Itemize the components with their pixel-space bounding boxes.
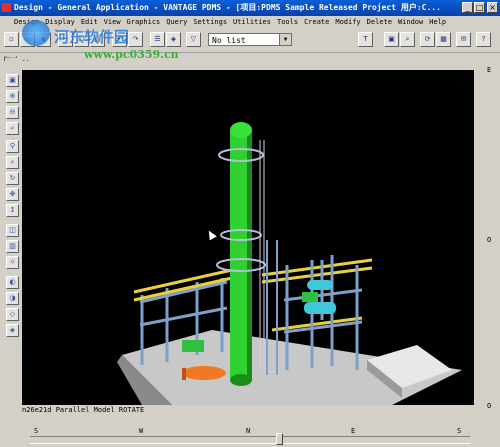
menu-query[interactable]: Query — [166, 16, 187, 28]
vessel-cyan-2 — [307, 280, 333, 290]
rotate-view-icon[interactable]: ↻ — [6, 172, 19, 185]
direction-slider[interactable] — [30, 433, 470, 445]
view-icon[interactable]: ▣ — [384, 32, 399, 47]
zoom-box-icon[interactable]: ⌕ — [6, 122, 19, 135]
list-combo[interactable]: No list ▼ — [208, 33, 292, 46]
zoom-out-icon[interactable]: ⊖ — [6, 106, 19, 119]
watermark-url: www.pc0359.cn — [84, 48, 179, 61]
compass-south-right: S — [457, 427, 462, 435]
new-icon[interactable]: ▫ — [4, 32, 19, 47]
help-icon[interactable]: ? — [476, 32, 491, 47]
rotate-icon[interactable]: ⟳ — [420, 32, 435, 47]
pan-icon[interactable]: ✥ — [6, 188, 19, 201]
text-tool-icon[interactable]: T — [358, 32, 373, 47]
wireframe-icon[interactable]: ◇ — [6, 308, 19, 321]
measure-icon[interactable]: ↕ — [6, 204, 19, 217]
chevron-down-icon[interactable]: ▼ — [279, 34, 291, 45]
close-button[interactable]: × — [487, 2, 498, 13]
menu-window[interactable]: Window — [398, 16, 423, 28]
compass-east: E — [351, 427, 356, 435]
heat-exchanger — [182, 366, 226, 380]
main-column-top — [230, 122, 252, 138]
direction-slider-thumb[interactable] — [276, 433, 283, 445]
app-icon — [2, 3, 11, 12]
list-combo-value: No list — [212, 36, 246, 45]
redo-icon[interactable]: ↷ — [128, 32, 143, 47]
3d-viewport[interactable] — [22, 70, 474, 405]
zoom-icon[interactable]: ⌕ — [400, 32, 415, 47]
select-icon[interactable]: ▣ — [6, 74, 19, 87]
filter-icon[interactable]: ▽ — [186, 32, 201, 47]
clip-icon[interactable]: ◫ — [6, 224, 19, 237]
menu-create[interactable]: Create — [304, 16, 329, 28]
pump-green — [182, 340, 204, 352]
shade-icon[interactable]: ◑ — [6, 292, 19, 305]
status-text: n26e21d Parallel Model ROTATE — [22, 406, 145, 414]
compass-south-left: S — [34, 427, 39, 435]
menu-modify[interactable]: Modify — [335, 16, 360, 28]
watermark-logo-icon — [22, 20, 50, 46]
status-bar: n26e21d Parallel Model ROTATE — [22, 405, 474, 415]
window-title: Design - General Application - VANTAGE P… — [14, 3, 441, 12]
zoom-in-icon[interactable]: ⊕ — [6, 90, 19, 103]
right-label-bottom: O — [487, 402, 492, 410]
menu-help[interactable]: Help — [429, 16, 446, 28]
properties-icon[interactable]: ☰ — [150, 32, 165, 47]
column-ladder — [259, 140, 265, 370]
light-icon[interactable]: ☼ — [6, 256, 19, 269]
hidden-line-icon[interactable]: ◈ — [6, 324, 19, 337]
menu-delete[interactable]: Delete — [367, 16, 392, 28]
layout-icon[interactable]: ▦ — [436, 32, 451, 47]
menu-utilities[interactable]: Utilities — [233, 16, 271, 28]
title-bar[interactable]: Design - General Application - VANTAGE P… — [0, 0, 500, 16]
left-toolbar: ▣ ⊕ ⊖ ⌕ ⚲ ⌕ ↻ ✥ ↕ ◫ ▥ ☼ ◐ ◑ ◇ ◈ — [5, 58, 21, 406]
color-icon[interactable]: ◐ — [6, 276, 19, 289]
vessel-cyan-1 — [304, 302, 336, 314]
maximize-button[interactable]: □ — [474, 2, 485, 13]
search-icon[interactable]: ⌕ — [6, 156, 19, 169]
compass-north: N — [246, 427, 251, 435]
main-column-bottom — [230, 374, 252, 386]
right-label-mid: O — [487, 236, 492, 244]
watermark-text: 河东软件园 — [54, 28, 130, 46]
section-icon[interactable]: ▥ — [6, 240, 19, 253]
right-label-top: E — [487, 66, 492, 74]
mail-icon[interactable]: ✉ — [456, 32, 471, 47]
graphics-icon[interactable]: ◈ — [166, 32, 181, 47]
menu-graphics[interactable]: Graphics — [127, 16, 161, 28]
compass-west: W — [139, 427, 144, 435]
menu-settings[interactable]: Settings — [193, 16, 227, 28]
walk-icon[interactable]: ⚲ — [6, 140, 19, 153]
plant-model — [117, 122, 462, 405]
heat-exchanger-support — [182, 368, 186, 380]
main-column-shade — [247, 130, 252, 380]
vessel-green-small — [302, 292, 318, 302]
minimize-button[interactable]: _ — [462, 2, 473, 13]
menu-tools[interactable]: Tools — [277, 16, 298, 28]
